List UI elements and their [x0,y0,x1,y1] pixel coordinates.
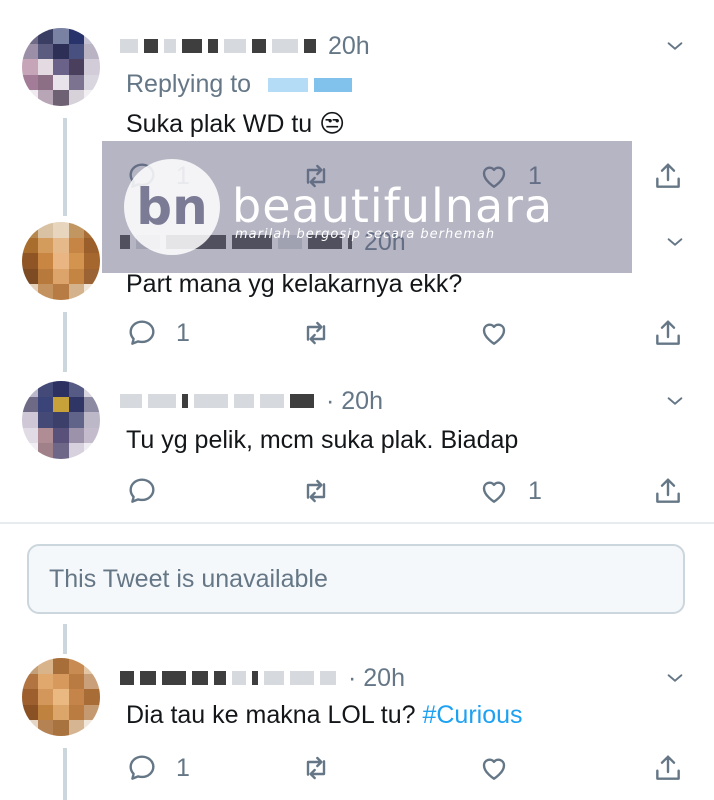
tweet[interactable]: · 20h Dia tau ke makna LOL tu? #Curious … [0,640,714,800]
tweet-time[interactable]: · 20h [326,387,383,416]
tweet-text: Suka plak WD tu 😒 [126,108,345,140]
share-icon [652,475,684,507]
redacted-username[interactable] [120,671,336,685]
share-button[interactable] [652,313,684,353]
share-icon [652,317,684,349]
tweet-actions: 1 [126,748,686,788]
unavailable-tweet-notice: This Tweet is unavailable [27,544,685,614]
tweet-header: · 20h [120,383,383,419]
chevron-down-icon[interactable] [664,383,686,419]
tweet-text: Tu yg pelik, mcm suka plak. Biadap [126,426,519,454]
watermark-brand: beautifulnara [232,179,554,233]
tweet-actions: 1 [126,313,686,353]
like-button[interactable]: 1 [478,471,542,511]
like-icon [478,317,510,349]
retweet-icon [300,317,332,349]
unamused-emoji: 😒 [319,110,346,138]
watermark-logo: bn [124,159,220,255]
reply-button[interactable] [126,471,158,511]
avatar[interactable] [22,658,100,736]
like-icon [478,752,510,784]
tweet-actions: 1 [126,471,686,511]
retweet-icon [300,475,332,507]
tweet-text: Dia tau ke makna LOL tu? #Curious [126,699,523,731]
retweet-button[interactable] [300,313,332,353]
replying-to: Replying to [126,70,364,99]
section-divider [0,522,714,524]
reply-count: 1 [176,753,190,782]
reply-button[interactable]: 1 [126,313,190,353]
tweet-time[interactable]: 20h [328,32,370,61]
share-button[interactable] [652,156,684,196]
reply-icon [126,475,158,507]
avatar[interactable] [22,28,100,106]
avatar[interactable] [22,222,100,300]
tweet-time[interactable]: · 20h [348,664,405,693]
reply-button[interactable]: 1 [126,748,190,788]
chevron-down-icon[interactable] [664,224,686,260]
tweet-header: · 20h [120,660,405,696]
retweet-icon [300,752,332,784]
chevron-down-icon[interactable] [664,660,686,696]
reply-icon [126,752,158,784]
tweet[interactable]: · 20h Tu yg pelik, mcm suka plak. Biadap… [0,365,714,522]
like-icon [478,475,510,507]
watermark-overlay: bn beautifulnara marilah bergosip secara… [102,141,632,273]
share-icon [652,752,684,784]
share-button[interactable] [652,471,684,511]
chevron-down-icon[interactable] [664,28,686,64]
share-icon [652,160,684,192]
like-button[interactable] [478,313,510,353]
watermark-tagline: marilah bergosip secara berhemah [235,227,496,242]
avatar[interactable] [22,381,100,459]
redacted-username[interactable] [120,394,314,408]
redacted-username[interactable] [120,39,316,53]
redacted-mention[interactable] [268,78,353,92]
retweet-button[interactable] [300,471,332,511]
tweet-header: 20h [120,28,370,64]
replying-to-label: Replying to [126,70,252,98]
reply-icon [126,317,158,349]
reply-count: 1 [176,318,190,347]
tweet-text-content: Suka plak WD tu [126,110,313,138]
like-count: 1 [528,476,542,505]
hashtag-link[interactable]: #Curious [422,701,522,729]
retweet-button[interactable] [300,748,332,788]
share-button[interactable] [652,748,684,788]
like-button[interactable] [478,748,510,788]
tweet-text-content: Dia tau ke makna LOL tu? [126,701,416,729]
